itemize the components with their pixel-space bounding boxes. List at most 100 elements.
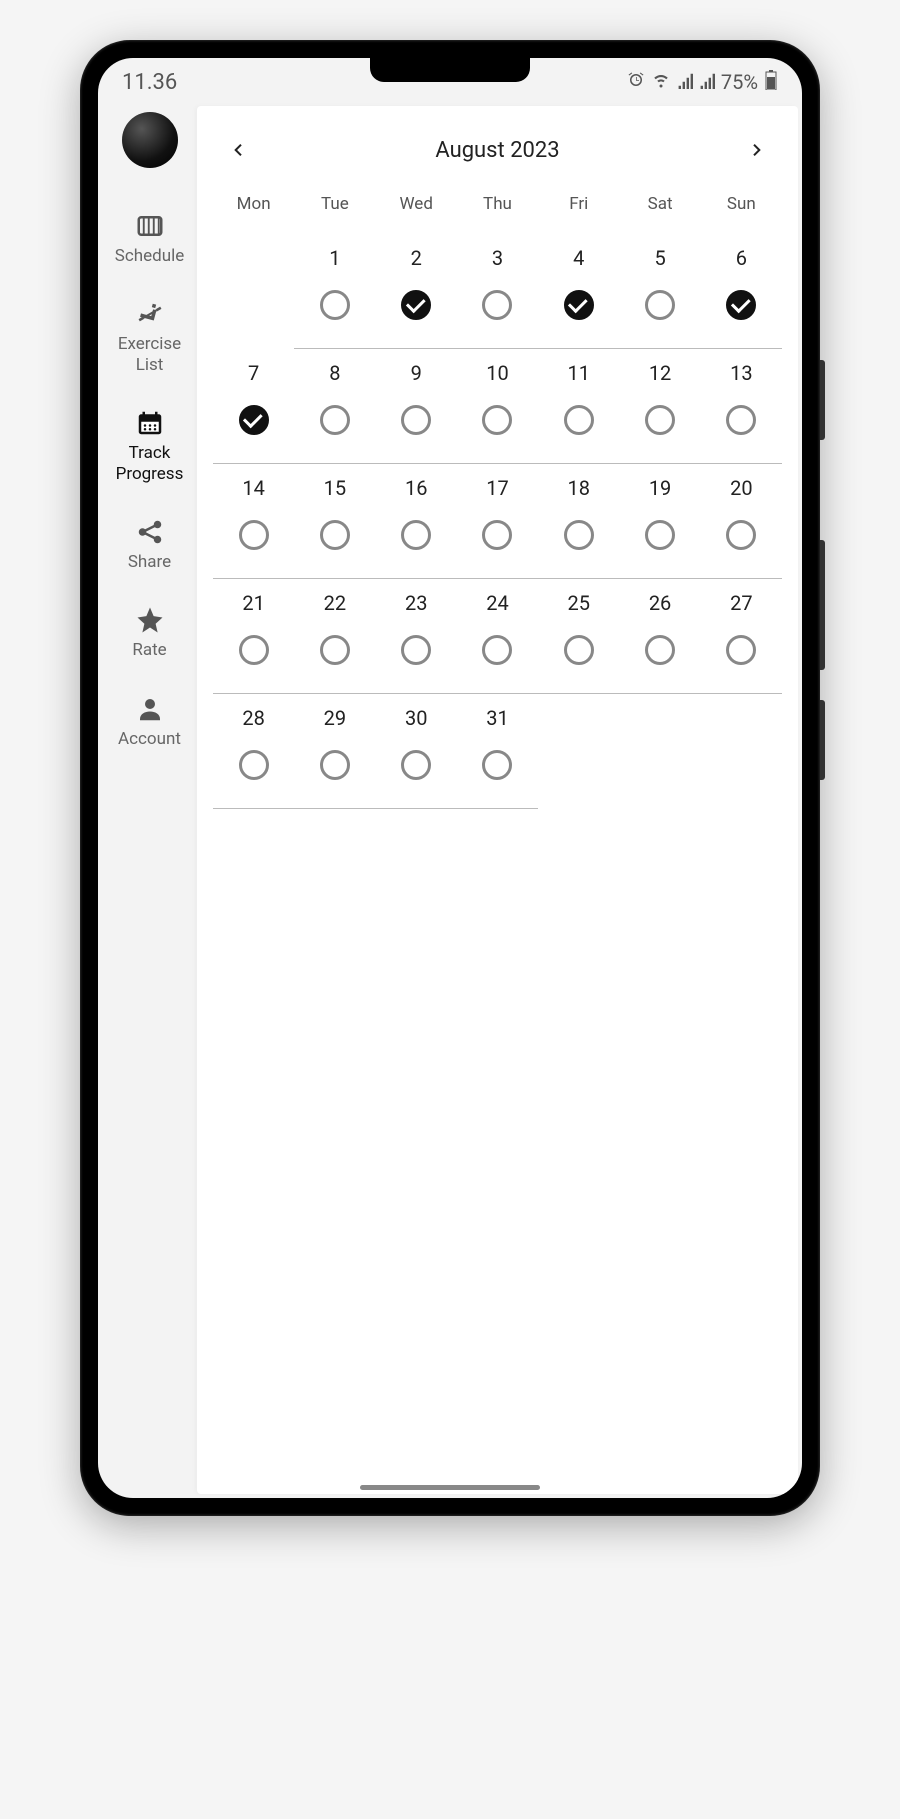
weekday-label: Tue xyxy=(294,194,375,214)
signal-icon xyxy=(677,70,693,94)
empty-circle-icon xyxy=(482,290,512,320)
empty-circle-icon xyxy=(482,405,512,435)
nav-track-progress[interactable]: Track Progress xyxy=(102,407,197,484)
nav-label: Track Progress xyxy=(102,443,197,484)
day-cell[interactable]: 26 xyxy=(619,579,700,694)
day-number: 1 xyxy=(329,246,340,270)
day-cell[interactable]: 14 xyxy=(213,464,294,579)
day-cell[interactable]: 23 xyxy=(376,579,457,694)
day-number: 18 xyxy=(568,476,590,500)
day-cell[interactable]: 29 xyxy=(294,694,375,809)
nav-label: Schedule xyxy=(115,246,184,266)
day-number: 16 xyxy=(405,476,427,500)
nav-account[interactable]: Account xyxy=(102,693,197,749)
dumbbell-icon xyxy=(134,298,166,330)
weekday-label: Thu xyxy=(457,194,538,214)
status-time: 11.36 xyxy=(122,70,177,95)
day-cell[interactable]: 28 xyxy=(213,694,294,809)
day-cell[interactable]: 6 xyxy=(701,234,782,349)
nav-schedule[interactable]: Schedule xyxy=(102,210,197,266)
empty-circle-icon xyxy=(726,635,756,665)
day-number: 21 xyxy=(242,591,264,615)
day-cell[interactable]: 7 xyxy=(213,349,294,464)
month-title: August 2023 xyxy=(435,138,559,163)
day-cell[interactable]: 3 xyxy=(457,234,538,349)
empty-circle-icon xyxy=(482,520,512,550)
day-cell[interactable]: 4 xyxy=(538,234,619,349)
nav-exercise[interactable]: Exercise List xyxy=(102,298,197,375)
empty-circle-icon xyxy=(401,635,431,665)
check-circle-icon xyxy=(401,290,431,320)
day-cell[interactable]: 24 xyxy=(457,579,538,694)
day-cell[interactable]: 20 xyxy=(701,464,782,579)
status-right: 75% xyxy=(627,70,778,95)
home-indicator[interactable] xyxy=(360,1485,540,1490)
day-number: 24 xyxy=(486,591,508,615)
day-cell[interactable]: 12 xyxy=(619,349,700,464)
nav-share[interactable]: Share xyxy=(102,516,197,572)
day-cell[interactable]: 8 xyxy=(294,349,375,464)
day-cell[interactable]: 25 xyxy=(538,579,619,694)
day-cell[interactable]: 5 xyxy=(619,234,700,349)
empty-cell xyxy=(213,234,294,349)
day-cell[interactable]: 18 xyxy=(538,464,619,579)
avatar[interactable] xyxy=(122,112,178,168)
check-circle-icon xyxy=(239,405,269,435)
nav-rate[interactable]: Rate xyxy=(102,604,197,660)
empty-circle-icon xyxy=(320,290,350,320)
day-cell[interactable]: 30 xyxy=(376,694,457,809)
next-month-button[interactable] xyxy=(742,136,770,164)
empty-circle-icon xyxy=(320,750,350,780)
day-number: 11 xyxy=(568,361,590,385)
empty-circle-icon xyxy=(320,635,350,665)
day-cell[interactable]: 1 xyxy=(294,234,375,349)
day-cell[interactable]: 21 xyxy=(213,579,294,694)
empty-circle-icon xyxy=(482,635,512,665)
day-cell[interactable]: 17 xyxy=(457,464,538,579)
star-icon xyxy=(134,604,166,636)
day-cell[interactable]: 11 xyxy=(538,349,619,464)
day-cell[interactable]: 10 xyxy=(457,349,538,464)
empty-circle-icon xyxy=(726,520,756,550)
day-cell[interactable]: 27 xyxy=(701,579,782,694)
empty-circle-icon xyxy=(726,405,756,435)
day-number: 13 xyxy=(730,361,752,385)
prev-month-button[interactable] xyxy=(225,136,253,164)
alarm-icon xyxy=(627,70,645,94)
day-cell[interactable]: 31 xyxy=(457,694,538,809)
day-cell[interactable]: 2 xyxy=(376,234,457,349)
day-number: 4 xyxy=(573,246,584,270)
day-cell[interactable]: 9 xyxy=(376,349,457,464)
schedule-icon xyxy=(134,210,166,242)
weekday-label: Sun xyxy=(701,194,782,214)
signal-icon-2 xyxy=(699,70,715,94)
check-circle-icon xyxy=(564,290,594,320)
calendar-grid: 1234567891011121314151617181920212223242… xyxy=(213,234,782,809)
empty-circle-icon xyxy=(239,635,269,665)
day-number: 22 xyxy=(324,591,346,615)
day-cell[interactable]: 16 xyxy=(376,464,457,579)
day-number: 25 xyxy=(568,591,590,615)
day-number: 26 xyxy=(649,591,671,615)
nav-label: Rate xyxy=(132,640,166,660)
empty-circle-icon xyxy=(645,290,675,320)
day-number: 30 xyxy=(405,706,427,730)
day-cell[interactable]: 15 xyxy=(294,464,375,579)
day-number: 12 xyxy=(649,361,671,385)
person-icon xyxy=(134,693,166,725)
day-cell[interactable]: 22 xyxy=(294,579,375,694)
weekday-header: MonTueWedThuFriSatSun xyxy=(213,194,782,214)
weekday-label: Wed xyxy=(376,194,457,214)
empty-circle-icon xyxy=(320,520,350,550)
calendar-icon xyxy=(134,407,166,439)
day-number: 15 xyxy=(324,476,346,500)
day-number: 6 xyxy=(736,246,747,270)
empty-circle-icon xyxy=(564,520,594,550)
day-number: 17 xyxy=(486,476,508,500)
empty-circle-icon xyxy=(645,635,675,665)
day-number: 19 xyxy=(649,476,671,500)
day-number: 27 xyxy=(730,591,752,615)
day-cell[interactable]: 13 xyxy=(701,349,782,464)
check-circle-icon xyxy=(726,290,756,320)
day-cell[interactable]: 19 xyxy=(619,464,700,579)
